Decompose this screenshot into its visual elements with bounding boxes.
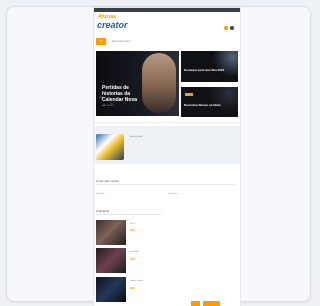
tab-bar: Tab Entertainment	[94, 38, 240, 46]
hero-card[interactable]: LIVE Pertidas de historias da Calendar N…	[96, 51, 179, 116]
side-card-2-image	[209, 87, 238, 117]
tab-secondary[interactable]: Entertainment	[112, 39, 131, 43]
side-card-2[interactable]: Descubra Shows na Noite	[181, 87, 238, 117]
highlight-title-2[interactable]: Live Music	[130, 251, 139, 253]
section-title: Onde abrir social	[96, 179, 119, 183]
section-divider	[96, 184, 236, 185]
content-divider	[94, 122, 240, 123]
highlight-thumb-1[interactable]	[96, 220, 126, 245]
highlight-thumb-3[interactable]	[96, 277, 126, 302]
promo-panel[interactable]: Oferta de Natal	[94, 126, 240, 164]
mobile-screen: Ahzuaa creator Tab Entertainment LIVE Pe…	[94, 8, 240, 306]
promo-title: Oferta de Natal	[129, 136, 143, 138]
highlight-title-1[interactable]: Tour 1	[130, 223, 136, 225]
promo-thumbnail	[96, 134, 124, 160]
hero-meta: MAY 11 2024	[102, 105, 114, 107]
status-bar	[94, 8, 240, 12]
highlight-meta-2	[130, 258, 135, 260]
highlight-meta-3	[130, 287, 135, 289]
highlight-meta-1	[130, 229, 135, 231]
bottom-action-button-2[interactable]	[203, 301, 220, 306]
brand-logo: creator	[97, 20, 128, 30]
highlights-divider	[96, 214, 161, 215]
side-card-1-image	[211, 51, 238, 82]
notification-icon[interactable]	[224, 26, 228, 30]
bottom-action-button-1[interactable]	[191, 301, 200, 306]
side-card-tag	[185, 93, 193, 96]
section-right-link[interactable]: Destaques	[168, 193, 178, 195]
tab-primary[interactable]: Tab	[96, 38, 106, 45]
side-card-1[interactable]: Destaque pelo Seu Ilha 2024	[181, 51, 238, 82]
app-header: Ahzuaa creator	[94, 14, 240, 38]
section-left-link[interactable]: Ver todas	[96, 193, 104, 195]
side-card-2-title: Descubra Shows na Noite	[184, 103, 221, 107]
profile-icon[interactable]	[230, 26, 234, 30]
side-card-1-title: Destaque pelo Seu Ilha 2024	[184, 68, 225, 72]
highlight-title-3[interactable]: Concert Series	[130, 280, 143, 282]
highlight-thumb-2[interactable]	[96, 248, 126, 273]
hero-image	[142, 53, 176, 113]
highlights-title: Highlights	[96, 209, 110, 213]
hero-title: Pertidas de historias da Calendar Nova	[102, 85, 138, 103]
